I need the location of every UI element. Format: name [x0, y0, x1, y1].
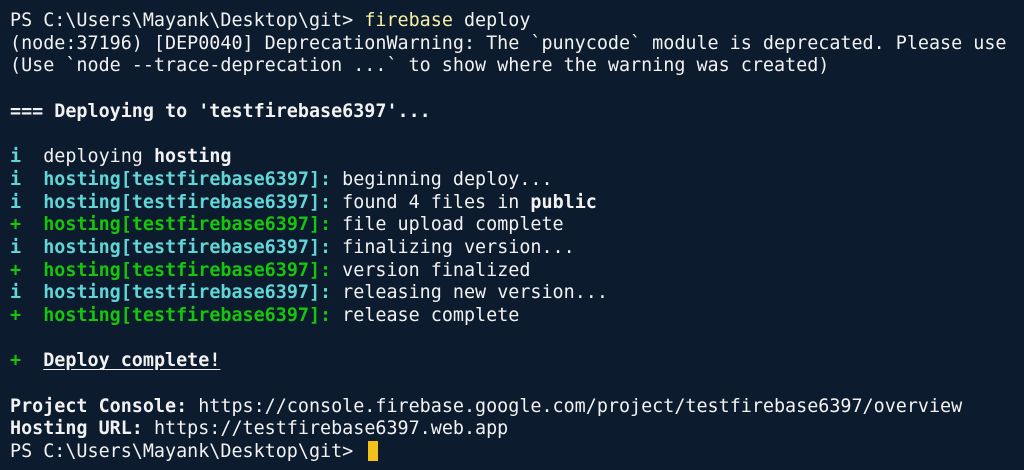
info-prefix: i [10, 236, 22, 258]
hosting-url-line: Hosting URL: https://testfirebase6397.we… [10, 418, 1024, 441]
success-prefix: + [10, 214, 22, 236]
text-cursor[interactable] [368, 441, 379, 462]
warning-line-1: (node:37196) [DEP0040] DeprecationWarnin… [10, 32, 1007, 54]
deploying-header: === Deploying to 'testfirebase6397'... [10, 100, 431, 122]
deploy-target-line: i deploying hosting [10, 146, 1024, 169]
command-name: firebase [364, 10, 453, 31]
step-message: found 4 files in [331, 191, 531, 213]
deploy-target: hosting [153, 146, 232, 168]
step-message: releasing new version... [331, 282, 608, 304]
deploy-step-line: i hosting[testfirebase6397]: found 4 fil… [10, 192, 1024, 215]
prompt-path: PS C:\Users\Mayank\Desktop\git> [10, 441, 365, 463]
success-prefix: + [10, 304, 22, 326]
deploy-step-line: i hosting[testfirebase6397]: beginning d… [10, 169, 1024, 192]
hosting-tag: hosting[testfirebase6397]: [43, 259, 332, 281]
deploy-step-line: i hosting[testfirebase6397]: finalizing … [10, 237, 1024, 260]
info-prefix: i [10, 191, 22, 213]
hosting-url[interactable]: https://testfirebase6397.web.app [143, 418, 508, 439]
step-message: beginning deploy... [331, 168, 553, 190]
deploy-step-line: + hosting[testfirebase6397]: release com… [10, 305, 1024, 328]
deploy-step-line: + hosting[testfirebase6397]: version fin… [10, 260, 1024, 283]
deploy-text: deploying [21, 146, 154, 168]
project-console-label: Project Console: [10, 395, 188, 417]
hosting-tag: hosting[testfirebase6397]: [43, 168, 332, 190]
step-message: finalizing version... [331, 236, 575, 258]
warning-line-2: (Use `node --trace-deprecation ...` to s… [10, 55, 830, 77]
hosting-tag: hosting[testfirebase6397]: [43, 191, 332, 213]
prompt-line-1: PS C:\Users\Mayank\Desktop\git> firebase… [10, 10, 1024, 33]
step-message: release complete [331, 304, 520, 326]
deploy-complete-text: Deploy complete! [43, 350, 221, 372]
deploy-step-line: i hosting[testfirebase6397]: releasing n… [10, 282, 1024, 305]
info-prefix: i [10, 168, 22, 190]
info-prefix: i [10, 282, 22, 304]
hosting-tag: hosting[testfirebase6397]: [43, 282, 332, 304]
step-message-bold: public [530, 191, 597, 213]
success-prefix: + [10, 350, 22, 372]
hosting-url-label: Hosting URL: [10, 418, 143, 440]
success-prefix: + [10, 259, 22, 281]
hosting-tag: hosting[testfirebase6397]: [43, 214, 332, 236]
deploy-steps: i hosting[testfirebase6397]: beginning d… [10, 169, 1024, 328]
project-console-line: Project Console: https://console.firebas… [10, 396, 1024, 419]
info-prefix: i [10, 146, 22, 168]
hosting-tag: hosting[testfirebase6397]: [43, 304, 332, 326]
prompt-path: PS C:\Users\Mayank\Desktop\git> [10, 10, 365, 31]
hosting-tag: hosting[testfirebase6397]: [43, 236, 332, 258]
deploy-step-line: + hosting[testfirebase6397]: file upload… [10, 214, 1024, 237]
command-args: deploy [452, 10, 531, 31]
step-message: version finalized [331, 259, 531, 281]
prompt-line-2[interactable]: PS C:\Users\Mayank\Desktop\git> [10, 441, 1024, 464]
step-message: file upload complete [331, 214, 564, 236]
deploy-complete-line: + Deploy complete! [10, 350, 1024, 373]
project-console-url[interactable]: https://console.firebase.google.com/proj… [187, 396, 962, 417]
terminal-window[interactable]: PS C:\Users\Mayank\Desktop\git> firebase… [0, 0, 1024, 470]
